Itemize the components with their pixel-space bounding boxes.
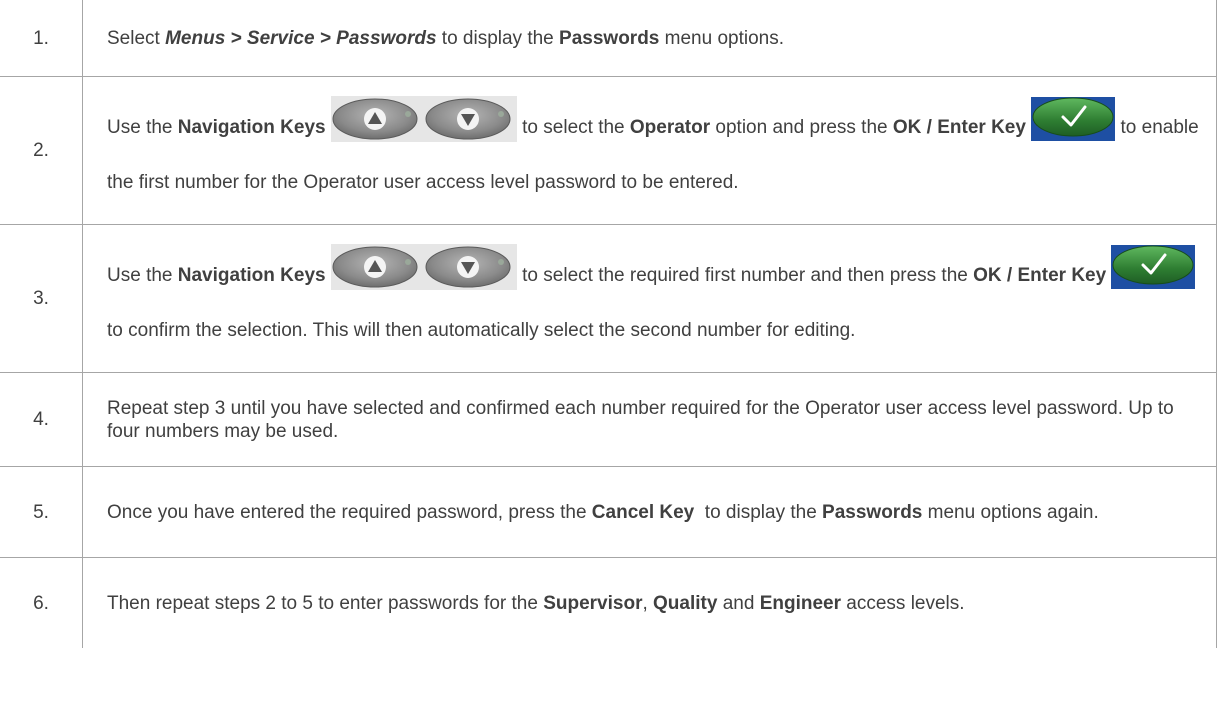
text-run: menu options again.: [922, 501, 1099, 523]
step-number: 4.: [0, 372, 83, 467]
step-text: Use the Navigation Keys: [82, 224, 1217, 373]
text-run: Use the: [107, 116, 178, 138]
step-row-1: 1. Select Menus > Service > Passwords to…: [0, 0, 1217, 77]
nav-up-key-icon: [330, 95, 424, 160]
bold-term: Supervisor: [543, 592, 643, 614]
step-text: Use the Navigation Keys: [82, 76, 1217, 225]
bold-term: Operator: [629, 116, 711, 138]
text-run: ,: [642, 592, 654, 614]
nav-down-key-icon: [423, 243, 517, 308]
text-run: to display the: [436, 27, 560, 49]
text-run: Then repeat steps 2 to 5 to enter passwo…: [107, 592, 544, 614]
step-row-4: 4. Repeat step 3 until you have selected…: [0, 372, 1217, 467]
bold-term: Passwords: [822, 501, 923, 523]
text-run: and: [717, 592, 760, 614]
text-run: Once you have entered the required passw…: [107, 501, 592, 523]
step-number: 3.: [0, 224, 83, 373]
text-run: to display the: [694, 501, 823, 523]
step-row-3: 3. Use the Navigation Keys to select the…: [0, 224, 1217, 373]
ok-enter-key-icon: [1031, 96, 1116, 159]
text-run: menu options.: [659, 27, 785, 49]
step-row-2: 2. Use the Navigation Keys to select the…: [0, 76, 1217, 225]
bold-term: Cancel Key: [591, 501, 695, 523]
bold-term: Quality: [653, 592, 718, 614]
step-number: 2.: [0, 76, 83, 225]
ok-enter-key-icon: [1111, 244, 1196, 307]
bold-term: OK / Enter Key: [973, 264, 1107, 286]
text-run: to confirm the selection. This will then…: [107, 319, 856, 341]
text-run: access levels.: [841, 592, 965, 614]
step-text: Once you have entered the required passw…: [82, 466, 1217, 558]
step-number: 1.: [0, 0, 83, 77]
text-run: Repeat step 3 until you have selected an…: [107, 397, 1174, 442]
text-run: Select: [107, 27, 166, 49]
nav-down-key-icon: [423, 95, 517, 160]
bold-term: Navigation Keys: [177, 264, 326, 286]
menu-path: Menus > Service > Passwords: [165, 27, 437, 49]
step-number: 6.: [0, 557, 83, 648]
nav-up-key-icon: [330, 243, 424, 308]
bold-term: Engineer: [759, 592, 842, 614]
step-text: Select Menus > Service > Passwords to di…: [82, 0, 1217, 77]
step-row-6: 6. Then repeat steps 2 to 5 to enter pas…: [0, 557, 1217, 648]
step-text: Repeat step 3 until you have selected an…: [82, 372, 1217, 467]
text-run: to select the: [522, 116, 630, 138]
bold-term: OK / Enter Key: [892, 116, 1026, 138]
text-run: to select the required first number and …: [522, 264, 974, 286]
step-number: 5.: [0, 466, 83, 558]
step-text: Then repeat steps 2 to 5 to enter passwo…: [82, 557, 1217, 648]
steps-table: 1. Select Menus > Service > Passwords to…: [0, 0, 1217, 648]
bold-term: Passwords: [559, 27, 660, 49]
text-run: Use the: [107, 264, 178, 286]
bold-term: Navigation Keys: [177, 116, 326, 138]
step-row-5: 5. Once you have entered the required pa…: [0, 466, 1217, 558]
text-run: option and press the: [710, 116, 893, 138]
